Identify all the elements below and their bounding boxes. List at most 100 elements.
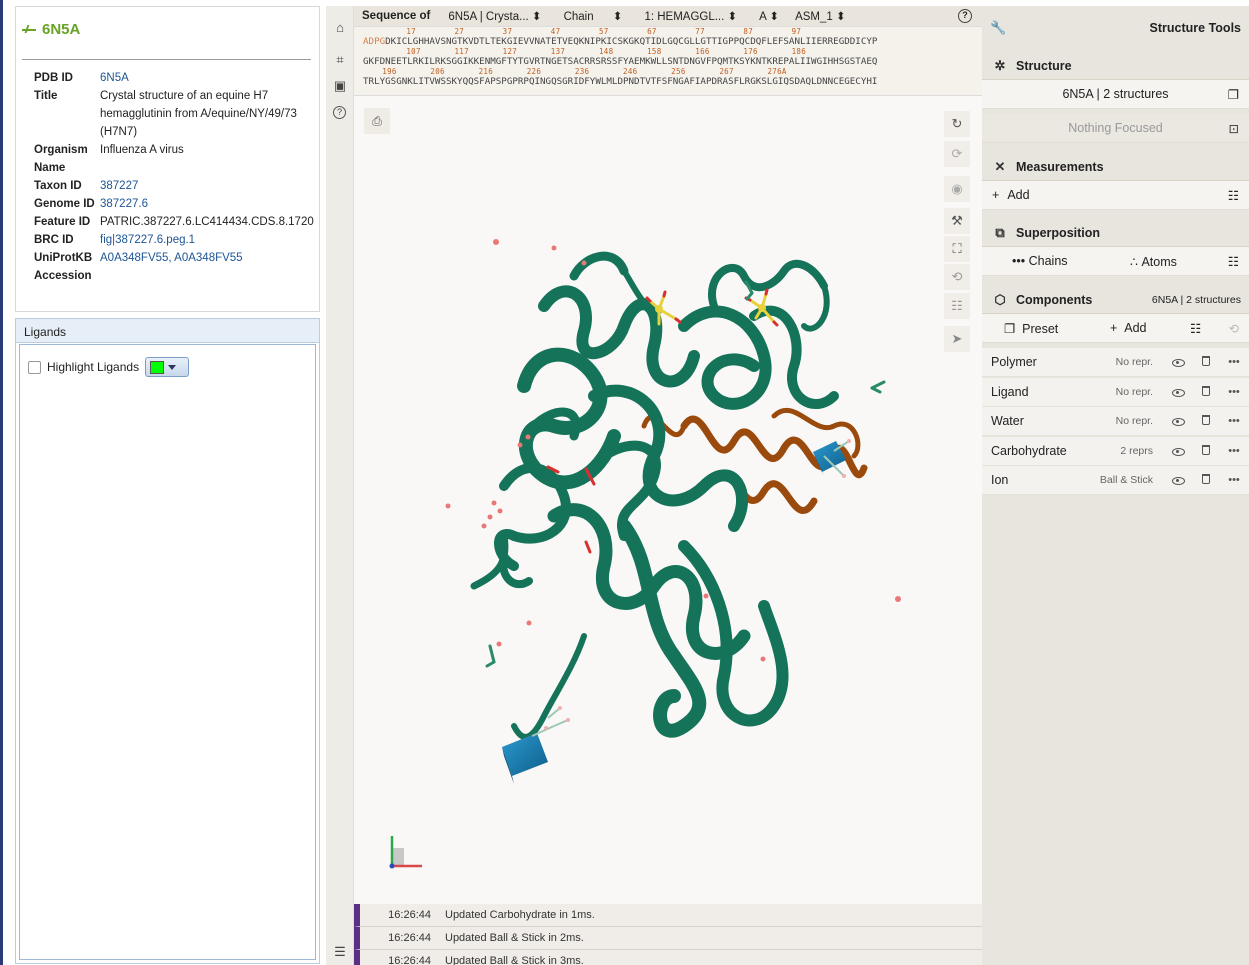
focus-target-icon[interactable]: ⊡ — [1229, 121, 1239, 136]
axes-indicator — [389, 836, 422, 869]
info-value-link[interactable]: 387227 — [100, 177, 324, 195]
focus-selector[interactable]: Nothing Focused ⊡ — [982, 114, 1249, 143]
options-sliders-icon[interactable]: ☷ — [1228, 188, 1239, 203]
more-options-icon[interactable]: ••• — [1227, 386, 1241, 398]
component-repr: No repr. — [1115, 356, 1153, 368]
component-row[interactable]: Ion Ball & Stick ••• — [982, 466, 1249, 496]
screenshot-icon[interactable]: ⎙ — [364, 108, 390, 134]
entity-select-value: 1: HEMAGGL... — [644, 11, 725, 23]
component-row[interactable]: Carbohydrate 2 reprs ••• — [982, 436, 1249, 466]
tools-title: Structure Tools — [1149, 21, 1241, 35]
settings-sliders-icon[interactable]: ☰ — [332, 944, 348, 960]
sequence-residue-row[interactable]: TRLYGSGNKLITVWSSKYQQSFAPSPGPRPQINGQSGRID… — [354, 76, 982, 87]
assembly-select-value: ASM_1 — [795, 11, 833, 23]
preset-label: Preset — [1022, 321, 1059, 336]
log-message: Updated Ball & Stick in 2ms. — [445, 932, 584, 944]
add-component-button[interactable]: + Add — [1110, 321, 1147, 335]
assembly-select[interactable]: ASM_1 ⬍ — [795, 9, 846, 23]
component-name: Ligand — [991, 384, 1029, 399]
add-component-label: Add — [1124, 321, 1147, 335]
component-name: Ion — [991, 473, 1009, 488]
atoms-button[interactable]: ∴ Atoms — [1130, 254, 1177, 269]
chain-select[interactable]: A ⬍ — [759, 9, 779, 23]
structure-selector[interactable]: 6N5A | 2 structures ❐ — [982, 80, 1249, 109]
molecule-render[interactable] — [354, 96, 982, 904]
log-entry: 16:26:44 Updated Carbohydrate in 1ms. — [354, 904, 982, 927]
delete-trash-icon[interactable] — [1199, 385, 1213, 399]
component-row[interactable]: Ligand No repr. ••• — [982, 377, 1249, 407]
info-value-link[interactable]: fig|387227.6.peg.1 — [100, 231, 324, 249]
structure-select[interactable]: 6N5A | Crysta... ⬍ — [448, 9, 541, 23]
info-value-link[interactable]: 6N5A — [100, 69, 324, 87]
delete-trash-icon[interactable] — [1199, 444, 1213, 458]
component-row[interactable]: Polymer No repr. ••• — [982, 348, 1249, 377]
info-value-link[interactable]: 387227.6 — [100, 195, 324, 213]
component-repr: 2 reprs — [1120, 444, 1153, 457]
component-name: Carbohydrate — [991, 443, 1067, 458]
delete-trash-icon[interactable] — [1199, 473, 1213, 487]
visibility-eye-icon[interactable] — [1171, 473, 1185, 487]
more-options-icon[interactable]: ••• — [1227, 445, 1241, 457]
sequence-text[interactable]: 17 27 37 47 57 67 77 87 97 ADPGDKICLGHHAV… — [354, 27, 982, 87]
info-value-link[interactable]: A0A348FV55, A0A348FV55 — [100, 249, 324, 285]
info-key: Taxon ID — [34, 180, 82, 192]
history-icon[interactable]: ⟲ — [1229, 321, 1239, 336]
ligands-body: Highlight Ligands — [19, 344, 316, 960]
pointer-icon[interactable]: ➤ — [944, 326, 970, 352]
animate-icon[interactable]: ⟲ — [944, 264, 970, 290]
highlight-ligands-checkbox[interactable] — [28, 360, 41, 374]
expand-icon[interactable]: ⛶ — [944, 236, 970, 262]
info-row: Feature ID PATRIC.387227.6.LC414434.CDS.8… — [34, 213, 324, 231]
sequence-number-row: 107 117 127 137 148 158 166 176 186 — [363, 47, 807, 56]
structure-header-label: Structure — [1016, 58, 1072, 73]
divider — [22, 59, 311, 60]
structure-tools-panel: 🔧 Structure Tools ✲ Structure 6N5A | 2 s… — [982, 6, 1249, 965]
component-repr: No repr. — [1115, 415, 1153, 428]
visibility-eye-icon[interactable] — [1171, 355, 1185, 369]
component-name: Water — [991, 414, 1024, 429]
delete-trash-icon[interactable] — [1199, 414, 1213, 428]
superposition-mode-row: ••• Chains ∴ Atoms ☷ — [982, 247, 1249, 276]
highlight-color-picker[interactable] — [145, 357, 190, 377]
sequence-help-icon[interactable]: ? — [958, 9, 972, 23]
save-icon[interactable]: ▣ — [332, 78, 348, 94]
more-options-icon[interactable]: ••• — [1227, 474, 1241, 486]
info-key: UniProtKB Accession — [34, 252, 93, 282]
3d-canvas[interactable]: ⎙ ↻ ⟳ ◉ ⚒ ⛶ ⟲ ☷ ➤ — [354, 96, 982, 904]
settings-sliders-icon[interactable]: ☷ — [944, 293, 970, 319]
measurements-add-row[interactable]: + Add ☷ — [982, 181, 1249, 210]
ligands-panel: Ligands Highlight Ligands — [15, 318, 320, 964]
superposition-section-header: ⧉ Superposition — [982, 219, 1249, 247]
entity-select[interactable]: 1: HEMAGGL... ⬍ — [644, 9, 737, 23]
more-options-icon[interactable]: ••• — [1227, 356, 1241, 368]
left-panel: 6N5A PDB ID 6N5A Title Crystal structure of… — [0, 0, 323, 965]
delete-trash-icon[interactable] — [1199, 355, 1213, 369]
more-options-icon[interactable]: ••• — [1227, 415, 1241, 427]
sequence-residue-row[interactable]: GKFDNEETLRKILRKSGGIKKENMGFTYTGVRTNGETSAC… — [354, 56, 982, 67]
chain-mode-select[interactable]: Chain ⬍ — [564, 9, 623, 23]
color-swatch — [150, 360, 165, 374]
info-row: Organism Name Influenza A virus — [34, 141, 324, 177]
visibility-eye-icon[interactable] — [1171, 385, 1185, 399]
visibility-eye-icon[interactable] — [1171, 414, 1185, 428]
help-icon[interactable]: ? — [333, 106, 346, 119]
reset-camera-icon[interactable]: ↻ — [944, 111, 970, 137]
sequence-residue-row[interactable]: ADPGDKICLGHHAVSNGTKVDTLTEKGIEVVNATETVEQK… — [354, 36, 982, 47]
home-icon[interactable]: ⌂ — [332, 20, 348, 36]
options-sliders-icon[interactable]: ☷ — [1190, 321, 1201, 336]
state-tree-icon[interactable]: ⌗ — [332, 52, 348, 68]
structure-icon: ✲ — [994, 57, 1006, 73]
preset-button[interactable]: ❐ Preset — [1004, 321, 1058, 336]
sequence-panel: Sequence of 6N5A | Crysta... ⬍ Chain ⬍ 1… — [354, 6, 982, 96]
wrench-icon: 🔧 — [990, 20, 1007, 35]
measurements-add-label: Add — [1007, 188, 1030, 202]
options-sliders-icon[interactable]: ☷ — [1228, 254, 1239, 269]
spin-icon[interactable]: ⟳ — [944, 141, 970, 167]
component-row[interactable]: Water No repr. ••• — [982, 407, 1249, 437]
chains-button[interactable]: ••• Chains — [1012, 254, 1068, 268]
tools-wrench-icon[interactable]: ⚒ — [944, 208, 970, 234]
visibility-eye-icon[interactable] — [1171, 444, 1185, 458]
copy-icon[interactable]: ❐ — [1228, 87, 1239, 102]
structure-select-value: 6N5A | Crysta... — [448, 11, 529, 23]
rock-icon[interactable]: ◉ — [944, 176, 970, 202]
